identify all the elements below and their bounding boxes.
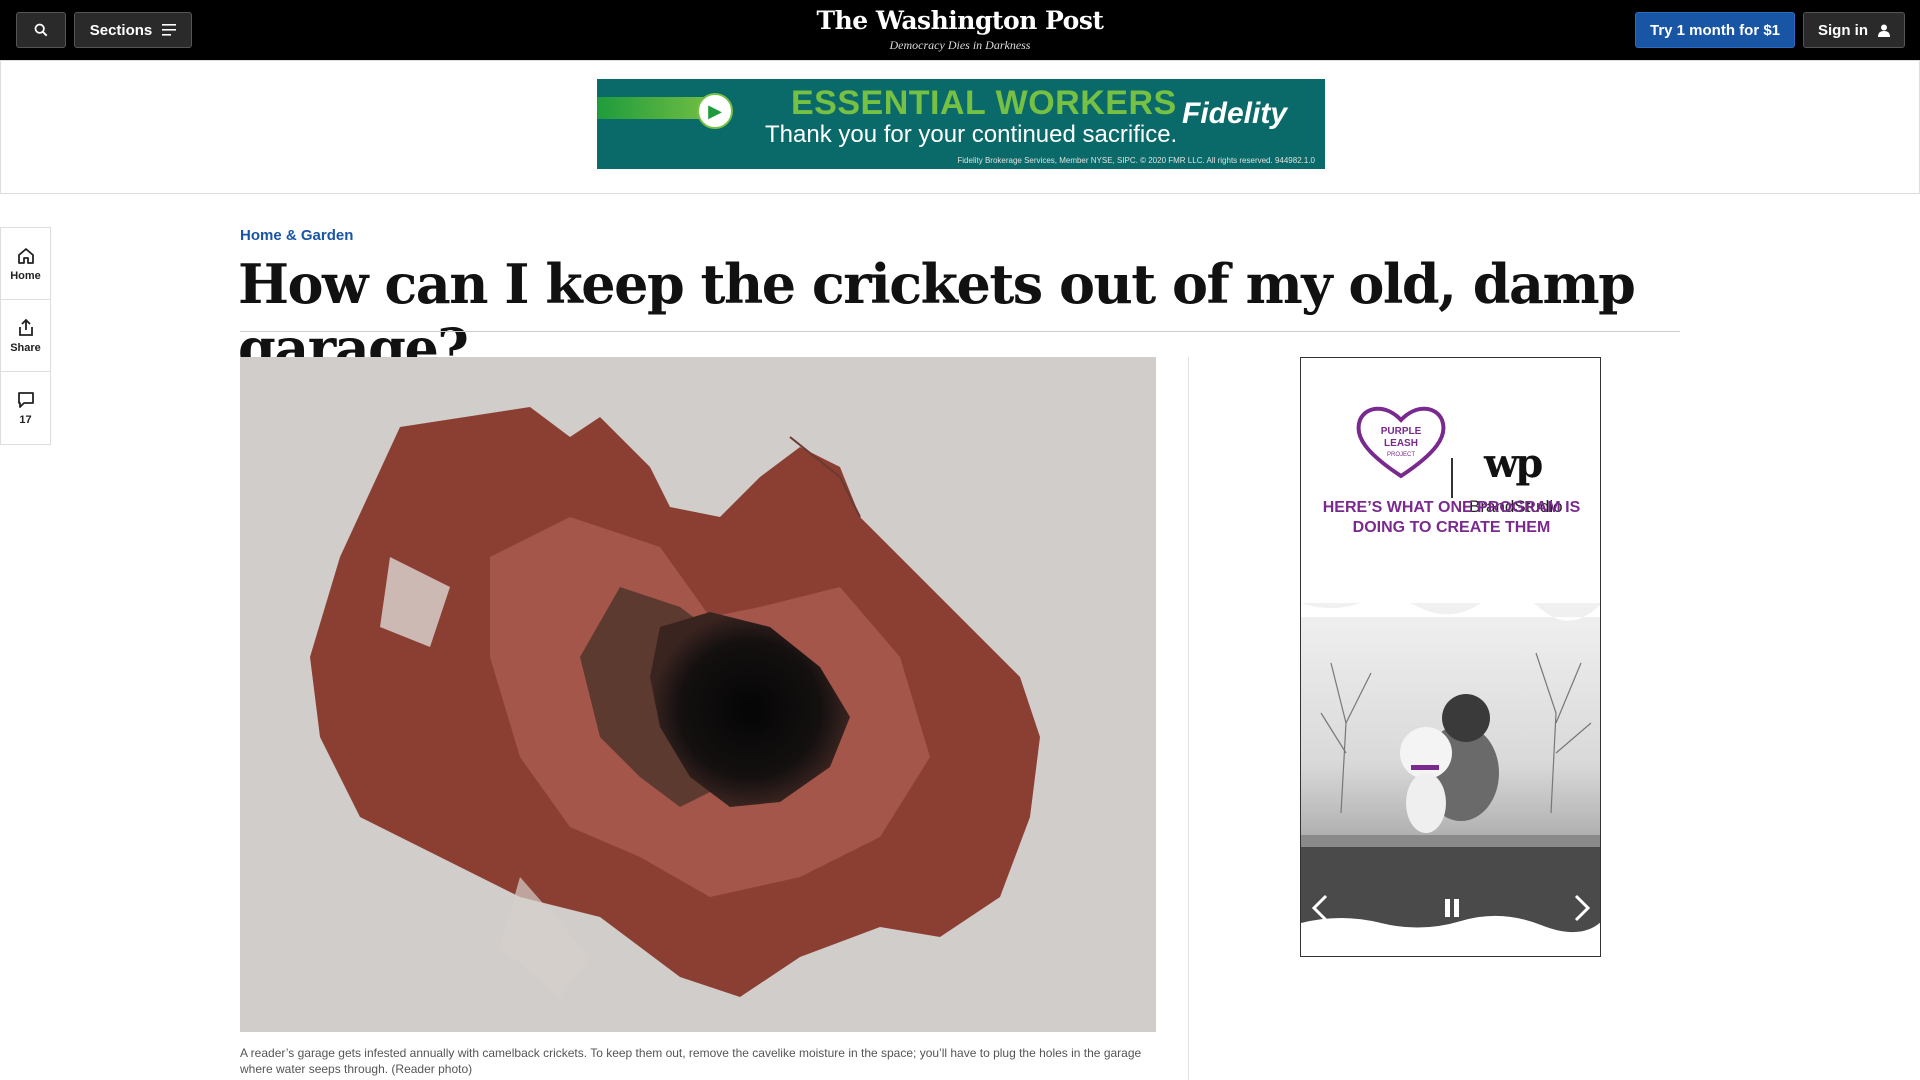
ad-pause-button[interactable]: [1437, 888, 1467, 928]
svg-text:PURPLE: PURPLE: [1381, 426, 1422, 437]
article-lead-photo[interactable]: [240, 357, 1156, 1032]
top-ad-slot: ▶ ESSENTIAL WORKERS Thank you for your c…: [0, 60, 1920, 194]
fidelity-banner-ad[interactable]: ▶ ESSENTIAL WORKERS Thank you for your c…: [597, 79, 1325, 169]
left-share-rail: Home Share 17: [0, 227, 51, 445]
rail-comments-button[interactable]: 17: [1, 372, 50, 444]
site-tagline: Democracy Dies in Darkness: [889, 38, 1031, 52]
headline-divider: [240, 331, 1680, 332]
brandstudio-side-ad[interactable]: PURPLE LEASH PROJECT wp BrandStudio HERE…: [1300, 357, 1601, 957]
rail-share-button[interactable]: Share: [1, 300, 50, 372]
chevron-left-icon: [1311, 894, 1328, 922]
ad-subline: Thank you for your continued sacrifice.: [765, 121, 1178, 148]
chevron-right-icon: [1574, 894, 1591, 922]
comment-icon: [17, 392, 34, 408]
column-divider: [1188, 357, 1189, 1080]
sign-in-label: Sign in: [1818, 21, 1868, 39]
search-button[interactable]: [16, 12, 66, 48]
sections-menu-button[interactable]: Sections: [74, 12, 192, 48]
wp-monogram-logo: wp: [1484, 440, 1543, 487]
top-navigation-bar: Sections The Washington Post Democracy D…: [0, 0, 1920, 60]
svg-text:PROJECT: PROJECT: [1387, 452, 1415, 458]
sign-in-button[interactable]: Sign in: [1803, 12, 1905, 48]
rail-home-button[interactable]: Home: [1, 228, 50, 300]
ad-logo-divider: [1451, 458, 1453, 498]
ad-next-button[interactable]: [1567, 888, 1597, 928]
rail-home-label: Home: [10, 269, 41, 282]
masthead[interactable]: The Washington Post Democracy Dies in Da…: [760, 6, 1160, 53]
photo-caption: A reader’s garage gets infested annually…: [240, 1046, 1142, 1076]
section-kicker-link[interactable]: Home & Garden: [240, 227, 353, 244]
ad-prev-button[interactable]: [1305, 888, 1335, 928]
hamburger-icon: [162, 24, 177, 36]
purple-leash-heart-logo: PURPLE LEASH PROJECT: [1356, 406, 1446, 479]
garage-wall-hole-image: [240, 357, 1156, 1032]
rail-comments-count: 17: [19, 414, 32, 426]
user-icon: [1878, 24, 1890, 37]
site-logo[interactable]: The Washington Post: [760, 6, 1160, 36]
svg-text:LEASH: LEASH: [1384, 438, 1418, 449]
pause-icon: [1445, 899, 1459, 917]
ad-play-arrow-icon: ▶: [697, 93, 733, 129]
sections-label: Sections: [89, 21, 153, 39]
ad-logo-row: PURPLE LEASH PROJECT wp BrandStudio: [1301, 398, 1600, 516]
rail-share-label: Share: [10, 341, 41, 354]
ad-headline: ESSENTIAL WORKERS: [791, 84, 1177, 122]
ad-fine-print: Fidelity Brokerage Services, Member NYSE…: [957, 156, 1315, 165]
home-icon: [17, 247, 34, 264]
share-icon: [18, 318, 33, 336]
subscribe-button[interactable]: Try 1 month for $1: [1635, 12, 1795, 48]
ad-promo-text: HERE’S WHAT ONE PROGRAM IS DOING TO CREA…: [1322, 499, 1581, 536]
ad-brand-logo: Fidelity: [1182, 97, 1288, 130]
search-icon: [34, 23, 48, 37]
